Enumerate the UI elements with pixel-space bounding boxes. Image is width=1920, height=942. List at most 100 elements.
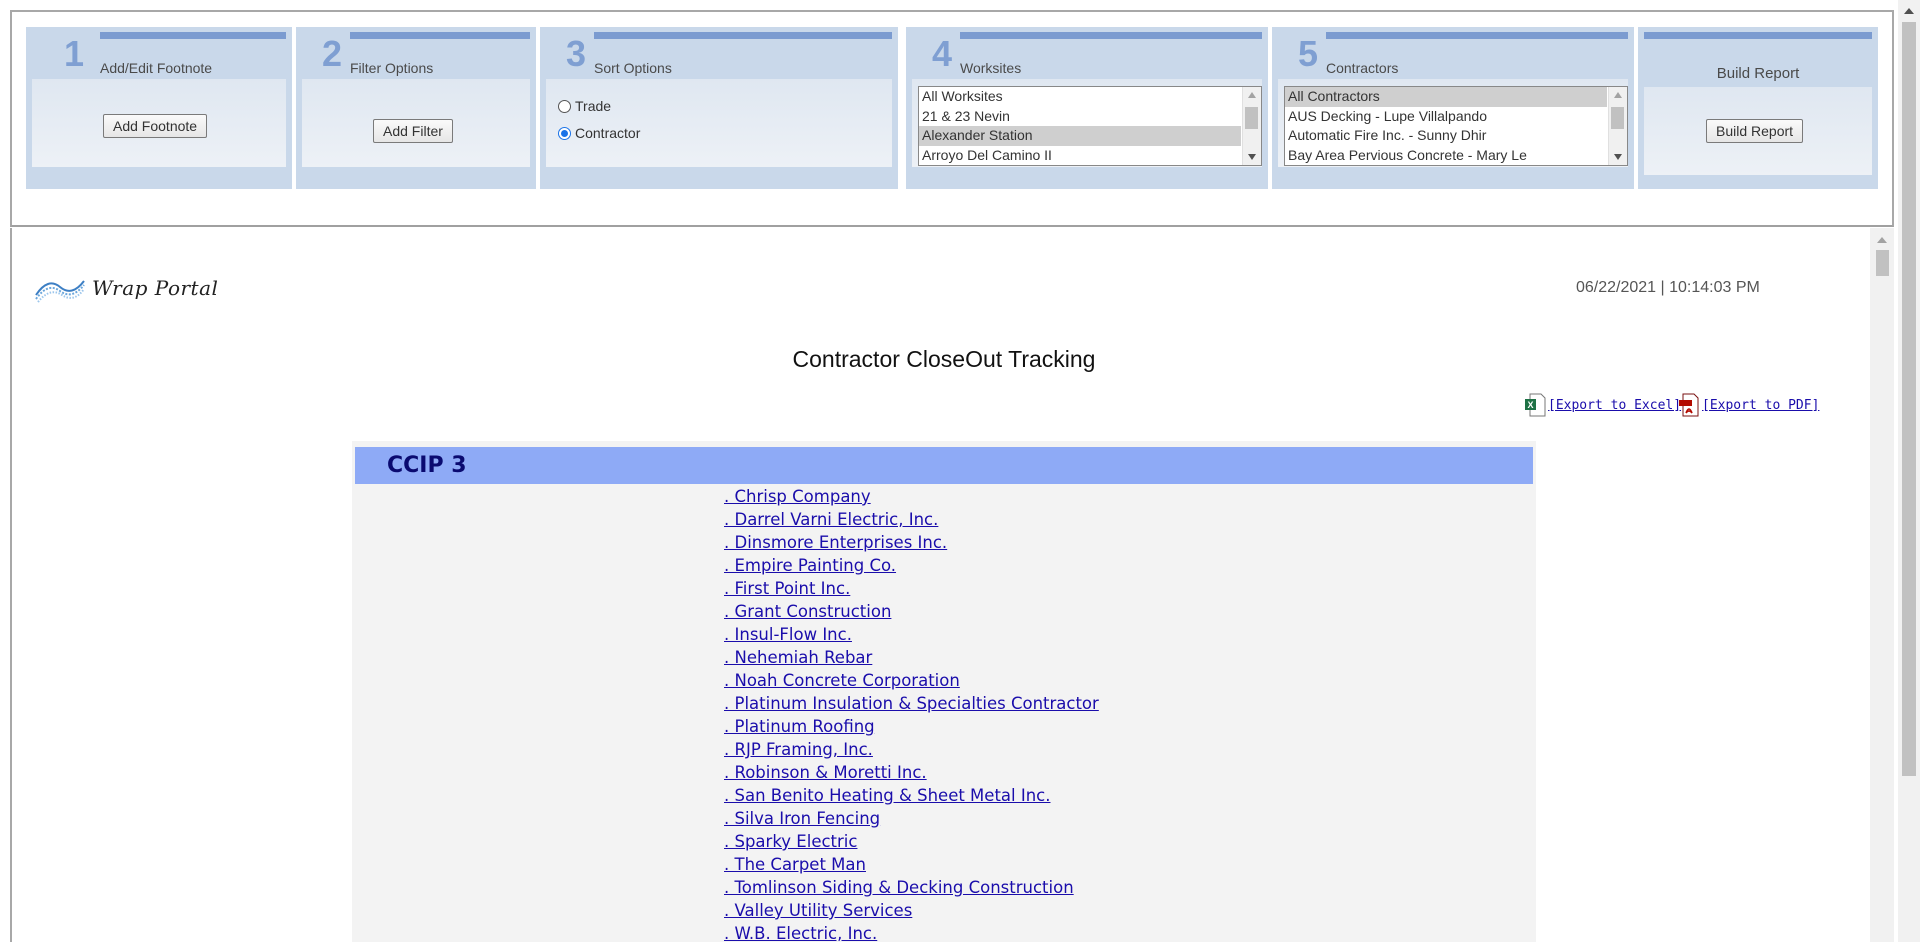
contractor-link[interactable]: . Robinson & Moretti Inc.: [724, 763, 927, 782]
page-scrollbar[interactable]: [1898, 0, 1920, 942]
contractor-link[interactable]: . Dinsmore Enterprises Inc.: [724, 533, 947, 552]
wrap-portal-logo: Wrap Portal: [34, 273, 218, 303]
step-title: Worksites: [960, 60, 1022, 76]
list-item: . Tomlinson Siding & Decking Constructio…: [724, 876, 1099, 899]
list-item: . Noah Concrete Corporation: [724, 669, 1099, 692]
scroll-thumb[interactable]: [1876, 250, 1889, 276]
contractor-link[interactable]: . W.B. Electric, Inc.: [724, 924, 877, 942]
add-footnote-button[interactable]: Add Footnote: [103, 114, 208, 138]
contractor-link[interactable]: . Tomlinson Siding & Decking Constructio…: [724, 878, 1074, 897]
contractor-link[interactable]: . Chrisp Company: [724, 487, 871, 506]
contractor-link[interactable]: . San Benito Heating & Sheet Metal Inc.: [724, 786, 1051, 805]
report-timestamp: 06/22/2021 | 10:14:03 PM: [1576, 279, 1760, 296]
contractor-option[interactable]: AUS Decking - Lupe Villalpando: [1285, 107, 1607, 127]
worksite-option-selected[interactable]: Alexander Station: [919, 126, 1241, 146]
contractor-option[interactable]: Automatic Fire Inc. - Sunny Dhir: [1285, 126, 1607, 146]
report-title: Contractor CloseOut Tracking: [792, 346, 1096, 372]
contractor-link[interactable]: . Valley Utility Services: [724, 901, 912, 920]
contractor-option-selected[interactable]: All Contractors: [1285, 87, 1607, 107]
worksite-option[interactable]: Arroyo Del Camino II: [919, 146, 1241, 166]
contractor-link[interactable]: . Platinum Insulation & Specialties Cont…: [724, 694, 1099, 713]
list-item: . San Benito Heating & Sheet Metal Inc.: [724, 784, 1099, 807]
sort-contractor-radio[interactable]: [558, 126, 571, 140]
scroll-up-arrow-icon[interactable]: [1248, 92, 1256, 98]
scroll-thumb[interactable]: [1245, 107, 1258, 129]
list-item: . Valley Utility Services: [724, 899, 1099, 922]
list-item: . Grant Construction: [724, 600, 1099, 623]
list-item: . Empire Painting Co.: [724, 554, 1099, 577]
contractor-link[interactable]: . Nehemiah Rebar: [724, 648, 872, 667]
group-title: CCIP 3: [387, 453, 467, 478]
export-excel-link[interactable]: [Export to Excel]: [1548, 398, 1681, 413]
contractor-link[interactable]: . Platinum Roofing: [724, 717, 875, 736]
scroll-up-arrow-icon[interactable]: [1904, 8, 1914, 14]
contractor-link[interactable]: . The Carpet Man: [724, 855, 866, 874]
step-header-bar: [100, 32, 286, 39]
report-builder-toolbar: 1 Add/Edit Footnote Add Footnote 2 Filte…: [10, 10, 1894, 227]
scroll-up-arrow-icon[interactable]: [1614, 92, 1622, 98]
scroll-down-arrow-icon[interactable]: [1614, 154, 1622, 160]
step-number: 5: [1298, 33, 1319, 74]
step-body: All Worksites 21 & 23 Nevin Alexander St…: [912, 79, 1262, 167]
list-item: . Nehemiah Rebar: [724, 646, 1099, 669]
sort-contractor-label: Contractor: [575, 125, 641, 141]
step-header-bar: [350, 32, 530, 39]
list-item: . First Point Inc.: [724, 577, 1099, 600]
logo-text: Wrap Portal: [92, 276, 219, 300]
contractor-link[interactable]: . Noah Concrete Corporation: [724, 671, 960, 690]
scroll-down-arrow-icon[interactable]: [1248, 154, 1256, 160]
sort-trade-option[interactable]: Trade: [558, 98, 611, 114]
excel-icon[interactable]: X: [1524, 393, 1546, 417]
contractor-link[interactable]: . Sparky Electric: [724, 832, 857, 851]
contractors-listbox[interactable]: All Contractors AUS Decking - Lupe Villa…: [1284, 86, 1628, 166]
export-excel[interactable]: X [Export to Excel]: [1524, 393, 1681, 417]
contractor-link[interactable]: . Silva Iron Fencing: [724, 809, 880, 828]
group-header: CCIP 3: [355, 447, 1533, 484]
contractor-link[interactable]: . Grant Construction: [724, 602, 891, 621]
step-header-bar: [960, 32, 1262, 39]
contractor-link[interactable]: . First Point Inc.: [724, 579, 850, 598]
step-number: 2: [322, 33, 343, 74]
contractor-link[interactable]: . Insul-Flow Inc.: [724, 625, 852, 644]
contractor-option[interactable]: Bay Area Pervious Concrete - Mary Le: [1285, 146, 1607, 166]
scroll-thumb[interactable]: [1902, 22, 1916, 776]
list-item: . Platinum Roofing: [724, 715, 1099, 738]
svg-text:X: X: [1527, 400, 1533, 410]
build-report-panel: Build Report Build Report: [1638, 27, 1878, 189]
contractor-link[interactable]: . Empire Painting Co.: [724, 556, 896, 575]
build-report-button[interactable]: Build Report: [1706, 119, 1804, 143]
list-item: . Insul-Flow Inc.: [724, 623, 1099, 646]
contractor-list: . Chrisp Company . Darrel Varni Electric…: [724, 485, 1099, 942]
list-item: . Dinsmore Enterprises Inc.: [724, 531, 1099, 554]
list-item: . RJP Framing, Inc.: [724, 738, 1099, 761]
contractor-link[interactable]: . RJP Framing, Inc.: [724, 740, 873, 759]
step-title: Contractors: [1326, 60, 1399, 76]
sort-trade-radio[interactable]: [558, 99, 571, 113]
worksite-option[interactable]: 21 & 23 Nevin: [919, 107, 1241, 127]
step-number: 3: [566, 33, 587, 74]
worksite-option[interactable]: All Worksites: [919, 87, 1241, 107]
step-body: Build Report: [1644, 87, 1872, 175]
scroll-up-arrow-icon[interactable]: [1877, 237, 1887, 243]
step-header-bar: [594, 32, 892, 39]
step-worksites-panel: 4 Worksites All Worksites 21 & 23 Nevin …: [906, 27, 1268, 189]
step-title: Filter Options: [350, 60, 434, 76]
contractor-link[interactable]: . Darrel Varni Electric, Inc.: [724, 510, 938, 529]
scroll-thumb[interactable]: [1611, 107, 1624, 129]
report-frame: Wrap Portal 06/22/2021 | 10:14:03 PM Con…: [10, 228, 1894, 942]
worksites-scrollbar[interactable]: [1242, 87, 1261, 165]
contractors-scrollbar[interactable]: [1608, 87, 1627, 165]
add-filter-button[interactable]: Add Filter: [373, 119, 453, 143]
sort-contractor-option[interactable]: Contractor: [558, 125, 640, 141]
list-item: . Robinson & Moretti Inc.: [724, 761, 1099, 784]
pdf-icon[interactable]: [1678, 393, 1700, 417]
report-table: CCIP 3 . Chrisp Company . Darrel Varni E…: [352, 441, 1536, 942]
report-scrollbar[interactable]: [1870, 228, 1894, 942]
export-pdf-link[interactable]: [Export to PDF]: [1702, 398, 1819, 413]
list-item: . Chrisp Company: [724, 485, 1099, 508]
list-item: . The Carpet Man: [724, 853, 1099, 876]
step-body: All Contractors AUS Decking - Lupe Villa…: [1278, 79, 1628, 167]
step-sort-panel: 3 Sort Options Trade Contractor: [540, 27, 898, 189]
export-pdf[interactable]: [Export to PDF]: [1678, 393, 1819, 417]
worksites-listbox[interactable]: All Worksites 21 & 23 Nevin Alexander St…: [918, 86, 1262, 166]
